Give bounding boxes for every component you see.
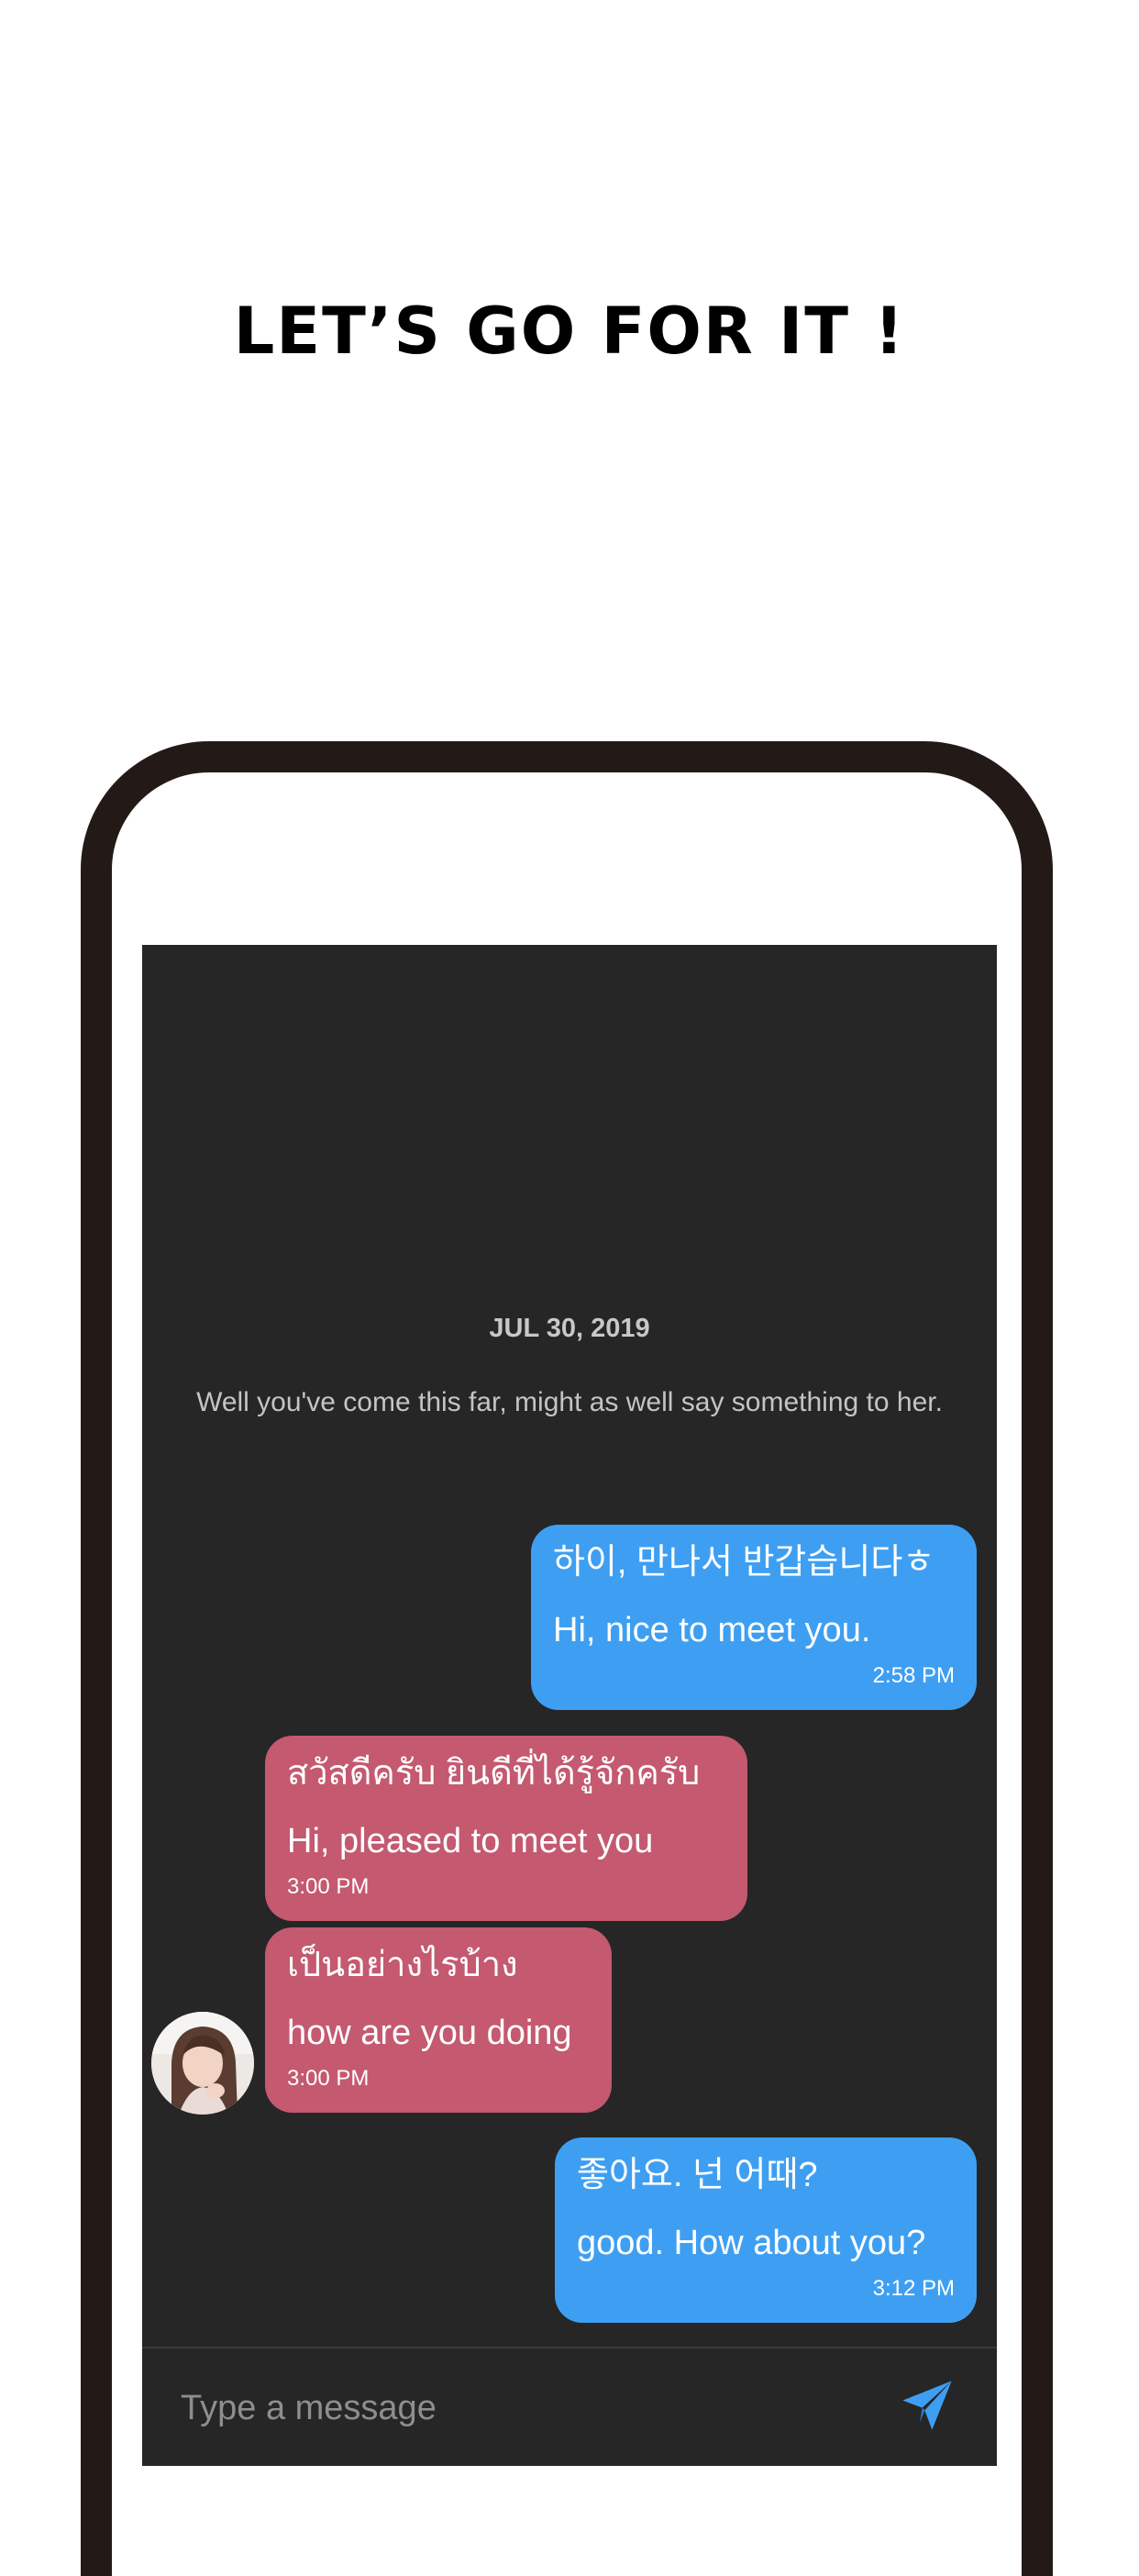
message-original-text: 하이, 만나서 반갑습니다ㅎ [553,1543,935,1582]
message-time: 3:12 PM [872,2276,955,2301]
message-time: 3:00 PM [287,1874,370,1899]
message-translation-text: good. How about you? [577,2224,926,2262]
chat-notice: Well you've come this far, might as well… [196,1387,943,1417]
contact-avatar[interactable] [151,2012,254,2115]
message-input-bar [142,2347,997,2466]
avatar-image [151,2012,254,2115]
message-original-text: เป็นอย่างไรบ้าง [287,1946,518,1984]
headline: LET’S GO FOR IT ! [233,294,906,369]
message-input[interactable] [179,2380,824,2437]
message-bubble-received[interactable]: สวัสดีครับ ยินดีที่ได้รู้จักครับ Hi, ple… [265,1736,747,1921]
message-bubble-received[interactable]: เป็นอย่างไรบ้าง how are you doing 3:00 P… [265,1927,612,2113]
send-button[interactable] [890,2369,964,2442]
message-time: 2:58 PM [872,1663,955,1688]
message-translation-text: Hi, nice to meet you. [553,1611,871,1649]
chat-screen: JUL 30, 2019 Well you've come this far, … [142,945,997,2466]
message-translation-text: Hi, pleased to meet you [287,1822,654,1860]
message-bubble-sent[interactable]: 좋아요. 넌 어때? good. How about you? 3:12 PM [555,2137,977,2323]
message-original-text: สวัสดีครับ ยินดีที่ได้รู้จักครับ [287,1754,701,1793]
send-icon [902,2381,952,2430]
chat-date: JUL 30, 2019 [489,1314,650,1343]
message-time: 3:00 PM [287,2066,370,2091]
message-translation-text: how are you doing [287,2014,572,2052]
message-original-text: 좋아요. 넌 어때? [577,2156,818,2194]
message-bubble-sent[interactable]: 하이, 만나서 반갑습니다ㅎ Hi, nice to meet you. 2:5… [531,1525,977,1710]
